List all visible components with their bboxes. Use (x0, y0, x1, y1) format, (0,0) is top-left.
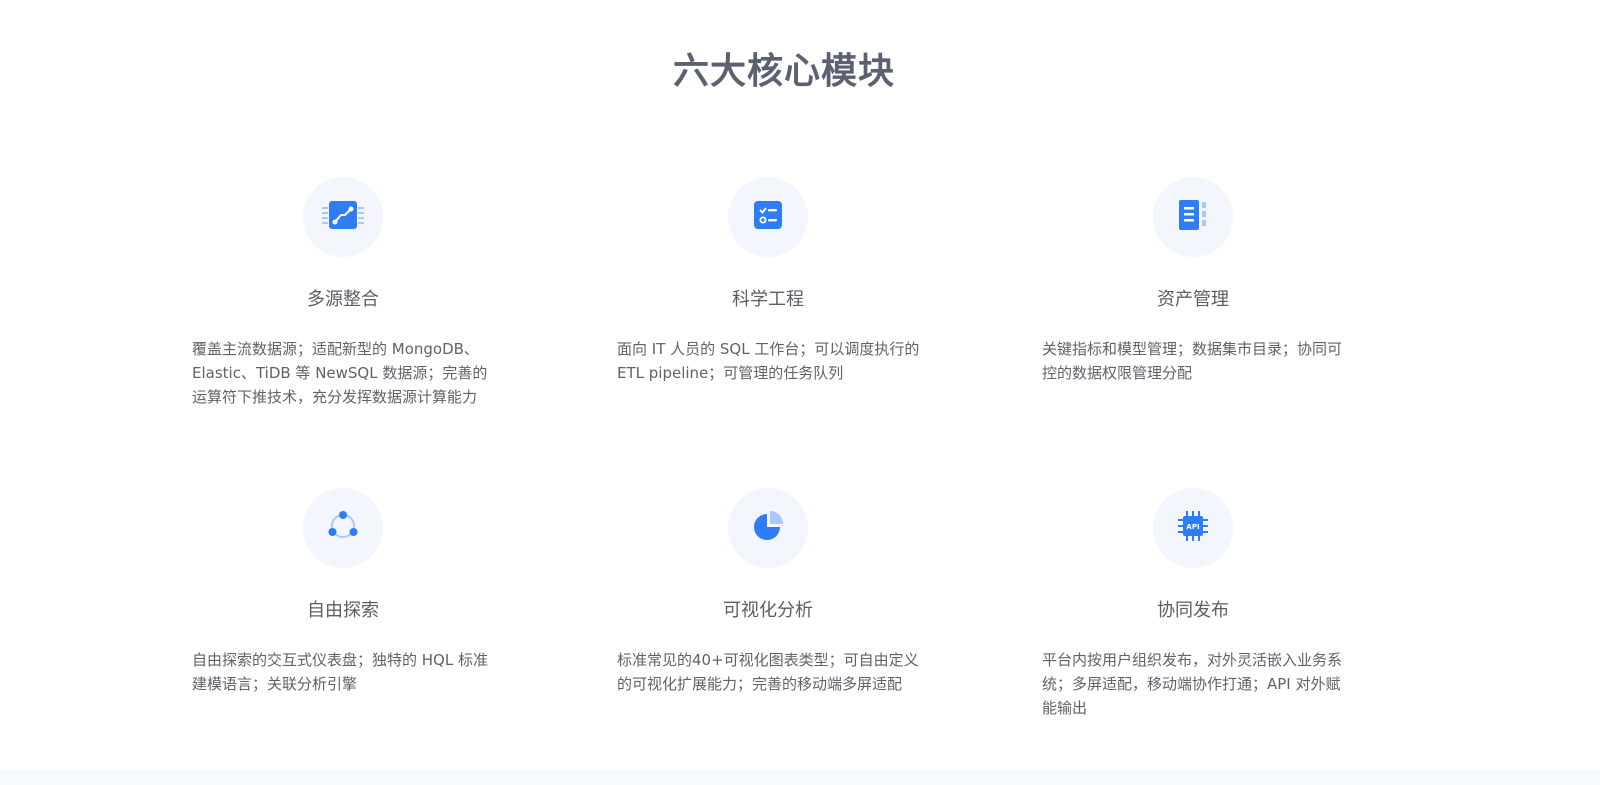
module-title: 多源整合 (307, 289, 379, 310)
next-section-band (0, 769, 1600, 785)
module-description: 覆盖主流数据源；适配新型的 MongoDB、Elastic、TiDB 等 New… (192, 340, 488, 406)
module-description: 标准常见的40+可视化图表类型；可自由定义的可视化扩展能力；完善的移动端多屏适配 (617, 651, 919, 693)
module-title: 协同发布 (1157, 600, 1229, 621)
network-nodes-icon (326, 510, 360, 546)
data-integration-icon (321, 199, 365, 235)
module-title: 科学工程 (732, 289, 804, 310)
module-title: 可视化分析 (723, 600, 813, 621)
svg-text:API: API (1186, 523, 1199, 531)
asset-document-icon (1177, 199, 1209, 235)
module-icon-circle (728, 488, 808, 568)
module-icon-circle (303, 177, 383, 257)
module-icon-circle (1153, 177, 1233, 257)
module-icon-circle: API (1153, 488, 1233, 568)
pie-chart-icon (751, 509, 785, 547)
module-title: 资产管理 (1157, 289, 1229, 310)
module-icon-circle (728, 177, 808, 257)
section-title: 六大核心模块 (672, 51, 895, 93)
module-description: 平台内按用户组织发布，对外灵活嵌入业务系统；多屏适配，移动端协作打通；API 对… (1042, 651, 1343, 717)
api-chip-icon: API (1176, 509, 1210, 547)
module-description: 关键指标和模型管理；数据集市目录；协同可控的数据权限管理分配 (1042, 340, 1343, 382)
module-title: 自由探索 (307, 600, 379, 621)
task-checklist-icon (752, 199, 784, 235)
module-description: 面向 IT 人员的 SQL 工作台；可以调度执行的 ETL pipeline；可… (617, 340, 920, 382)
module-description: 自由探索的交互式仪表盘；独特的 HQL 标准建模语言；关联分析引擎 (192, 651, 488, 693)
core-modules-section: 六大核心模块 多源整合 覆盖主流数据源；适配新型的 MongoDB、Elasti… (0, 0, 1600, 785)
module-icon-circle (303, 488, 383, 568)
